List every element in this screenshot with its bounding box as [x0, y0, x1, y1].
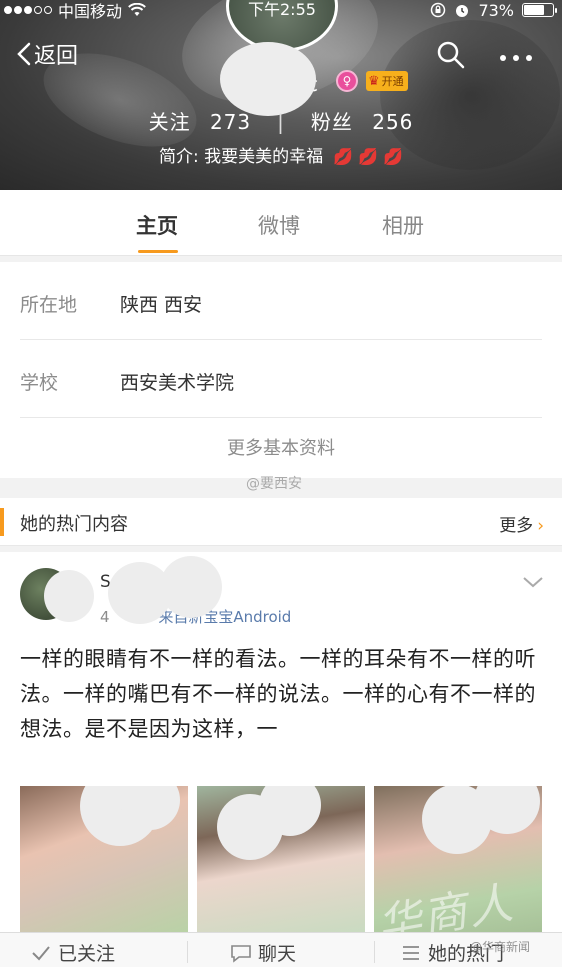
chevron-right-icon: ›	[537, 516, 544, 536]
followers-count: 256	[372, 110, 414, 134]
status-bar: 中国移动 下午2:55 73%	[0, 0, 562, 21]
chevron-left-icon	[17, 42, 31, 66]
female-badge-icon: ♀	[336, 70, 358, 92]
battery-fill	[524, 5, 544, 15]
chat-button[interactable]: 聊天	[230, 939, 296, 966]
following-button-label: 已关注	[58, 943, 116, 965]
signal-icon	[4, 6, 52, 14]
followers-stat[interactable]: 粉丝 256	[305, 110, 420, 134]
battery-icon	[522, 3, 557, 17]
privacy-blur	[160, 556, 222, 618]
wifi-icon	[128, 3, 146, 16]
divider	[187, 941, 188, 963]
privacy-blur	[220, 42, 316, 116]
divider	[20, 417, 542, 418]
basic-info-card: 所在地 陕西 西安 学校 西安美术学院 更多基本资料	[0, 262, 562, 478]
tab-home[interactable]: 主页	[136, 210, 178, 240]
status-bar-right: 73%	[430, 0, 557, 20]
hot-content-title: 她的热门内容	[20, 514, 128, 535]
battery-percent: 73%	[478, 0, 514, 20]
following-stat[interactable]: 关注 273	[143, 110, 258, 134]
news-source-watermark: @华商新闻	[470, 940, 531, 954]
hot-more-link[interactable]: 更多 ›	[499, 511, 544, 536]
bio-text: 简介: 我要美美的幸福	[158, 147, 324, 167]
info-row-school: 学校 西安美术学院	[0, 340, 562, 418]
school-value: 西安美术学院	[120, 372, 235, 394]
following-button[interactable]: 已关注	[30, 939, 115, 966]
profile-tabs: 主页 微博 相册	[0, 190, 562, 256]
carrier-label: 中国移动	[58, 2, 123, 21]
info-row-location: 所在地 陕西 西安	[0, 262, 562, 340]
alarm-icon	[456, 5, 469, 17]
profile-bio: 简介: 我要美美的幸福 💋 💋 💋	[0, 142, 562, 167]
more-dots-icon	[500, 55, 532, 61]
chat-icon	[231, 944, 251, 963]
hot-more-label: 更多	[499, 516, 534, 536]
post-photo-1[interactable]	[20, 786, 188, 932]
status-time: 下午2:55	[248, 0, 316, 19]
crown-icon: ♛	[368, 73, 380, 89]
tab-album[interactable]: 相册	[382, 210, 424, 240]
profile-stats: 关注 273 | 粉丝 256	[0, 106, 562, 135]
weibo-watermark: @要西安	[246, 476, 302, 492]
following-count: 273	[209, 110, 252, 134]
status-bar-left: 中国移动	[4, 0, 146, 21]
chat-button-label: 聊天	[258, 943, 297, 965]
rotation-lock-icon	[431, 2, 446, 18]
privacy-blur	[44, 570, 94, 622]
post-time: 4	[100, 608, 110, 626]
check-icon	[32, 945, 50, 960]
school-label: 学校	[20, 372, 59, 394]
list-icon	[403, 945, 419, 960]
lips-emoji-icon: 💋 💋 💋	[333, 147, 404, 166]
stats-divider: |	[277, 110, 285, 134]
section-accent-bar	[0, 508, 4, 536]
location-value: 陕西 西安	[120, 294, 203, 316]
post-photo-2[interactable]	[197, 786, 365, 932]
profile-badges: ♀ ♛ 开通	[336, 70, 408, 92]
profile-header: 中国移动 下午2:55 73% 返回 ♀ ♛ 开通 关注 273 | 粉丝 25…	[0, 0, 562, 190]
location-label: 所在地	[20, 294, 78, 316]
more-options-button[interactable]	[498, 48, 534, 67]
post-menu-button[interactable]	[522, 570, 544, 594]
vip-badge[interactable]: ♛ 开通	[366, 71, 408, 91]
chevron-down-icon	[523, 577, 543, 588]
hot-content-header: 她的热门内容 更多 ›	[0, 498, 562, 546]
vip-label: 开通	[381, 75, 404, 88]
following-label: 关注	[148, 110, 191, 134]
tab-weibo[interactable]: 微博	[258, 210, 300, 240]
active-tab-indicator	[138, 250, 178, 253]
divider	[374, 941, 375, 963]
followers-label: 粉丝	[310, 110, 353, 134]
post-text: 一样的眼睛有不一样的看法。一样的耳朵有不一样的听法。一样的嘴巴有不一样的说法。一…	[20, 647, 536, 741]
more-basic-info-link[interactable]: 更多基本资料	[0, 434, 562, 460]
